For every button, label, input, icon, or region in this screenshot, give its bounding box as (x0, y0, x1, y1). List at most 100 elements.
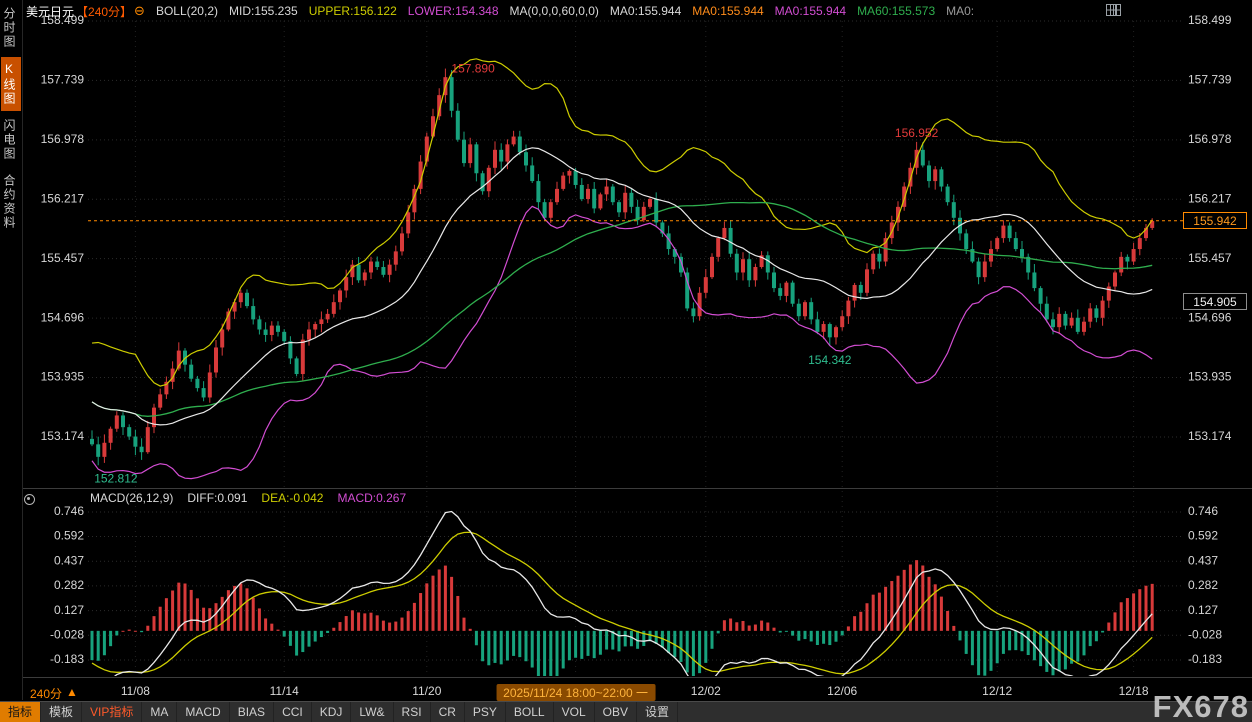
axis-label: 0.746 (54, 504, 84, 518)
candle-body (729, 228, 733, 254)
macd-histogram-bar (320, 631, 323, 637)
candle-body (369, 262, 373, 273)
toolbar-item-boll[interactable]: BOLL (506, 702, 554, 722)
toolbar-item-bias[interactable]: BIAS (230, 702, 274, 722)
toolbar-item-macd[interactable]: MACD (177, 702, 229, 722)
macd-histogram-bar (363, 613, 366, 630)
boll-lower-line (92, 206, 1152, 478)
candle-body (859, 285, 863, 293)
candle-body (803, 302, 807, 316)
candle-body (933, 169, 937, 181)
toolbar-item-lwr[interactable]: LW& (351, 702, 393, 722)
axis-label: -0.183 (1188, 652, 1222, 666)
timeline-label-2: 11/20 (412, 684, 441, 698)
macd-histogram-bar (450, 577, 453, 631)
candle-body (462, 140, 466, 163)
macd-histogram-bar (878, 593, 881, 631)
macd-histogram-bar (928, 577, 931, 631)
macd-histogram-bar (270, 624, 273, 631)
chart-canvas[interactable]: 157.890156.952154.342152.812158.499158.4… (0, 0, 1252, 722)
toolbar-item-obv[interactable]: OBV (595, 702, 637, 722)
sidebar-item-flash-chart[interactable]: 闪电图 (1, 114, 21, 166)
macd-histogram-bar (717, 631, 720, 634)
candle-body (307, 330, 311, 340)
toolbar-item-indicators[interactable]: 指标 (0, 702, 41, 722)
macd-histogram-bar (915, 560, 918, 631)
toolbar-item-settings[interactable]: 设置 (637, 702, 678, 722)
toolbar-item-vol[interactable]: VOL (554, 702, 595, 722)
candle-body (766, 255, 770, 272)
candle-body (257, 319, 261, 329)
candle-body (158, 394, 162, 407)
toolbar-item-vip-indicators[interactable]: VIP指标 (82, 702, 142, 722)
macd-histogram-bar (401, 618, 404, 631)
toolbar-item-cci[interactable]: CCI (274, 702, 312, 722)
toolbar-item-templates[interactable]: 模板 (41, 702, 82, 722)
ma0-value-2: MA0:155.944 (692, 4, 763, 18)
macd-histogram-bar (177, 583, 180, 631)
candle-body (952, 202, 956, 218)
macd-histogram-bar (847, 626, 850, 630)
macd-histogram-bar (283, 631, 286, 637)
timeline[interactable]: 11/0811/1411/202025/11/24 18:00~22:00 一1… (0, 684, 1252, 701)
candle-body (1138, 238, 1142, 249)
candle-body (450, 77, 454, 111)
price-annotation: 156.952 (895, 126, 939, 140)
macd-histogram-bar (190, 590, 193, 631)
sidebar-item-time-chart[interactable]: 分时图 (1, 2, 21, 54)
candle-body (778, 288, 782, 296)
timeline-label-1: 11/14 (270, 684, 299, 698)
candle-body (927, 165, 931, 181)
left-sidebar: 分时图 K线图闪电图合约资料 (0, 2, 22, 238)
macd-histogram-bar (804, 631, 807, 639)
axis-label: 156.217 (41, 191, 85, 205)
candle-body (530, 165, 534, 181)
macd-histogram-bar (264, 618, 267, 630)
candle-body (747, 259, 751, 280)
timeline-label-4: 12/02 (691, 684, 721, 698)
toolbar-item-kdj[interactable]: KDJ (312, 702, 352, 722)
sidebar-item-kline-chart[interactable]: K线图 (1, 57, 21, 111)
candle-body (220, 330, 224, 348)
toolbar-item-psy[interactable]: PSY (465, 702, 506, 722)
macd-histogram-bar (593, 631, 596, 658)
candle-body (828, 324, 832, 337)
macd-histogram-bar (332, 628, 335, 631)
candle-body (549, 202, 553, 218)
candle-body (809, 302, 813, 319)
macd-histogram-bar (816, 631, 819, 645)
zoom-out-icon[interactable]: ⊖ (134, 3, 145, 19)
candle-body (505, 144, 509, 161)
macd-histogram-bar (357, 612, 360, 630)
candle-body (456, 111, 460, 140)
candle-body (115, 415, 119, 428)
axis-label: 156.978 (41, 132, 85, 146)
alert-price-tag[interactable]: 154.905 (1183, 293, 1247, 310)
candle-body (555, 189, 559, 202)
candle-body (332, 302, 336, 314)
macd-histogram-bar (512, 631, 515, 656)
macd-histogram-bar (828, 631, 831, 645)
indicator-dot-icon[interactable] (24, 494, 35, 505)
toolbar-item-ma[interactable]: MA (142, 702, 177, 722)
macd-histogram-bar (246, 588, 249, 631)
toolbar-item-cr[interactable]: CR (431, 702, 465, 722)
layout-vsplit-icon[interactable] (1106, 4, 1121, 16)
axis-label: 0.437 (1188, 553, 1218, 567)
candle-body (605, 187, 609, 195)
macd-histogram-bar (779, 631, 782, 633)
candle-body (96, 444, 100, 456)
macd-histogram-bar (444, 566, 447, 631)
candle-body (1039, 288, 1043, 304)
macd-histogram-bar (153, 616, 156, 631)
current-price-tag[interactable]: 155.942 (1183, 212, 1247, 229)
toolbar-item-rsi[interactable]: RSI (394, 702, 431, 722)
candle-body (264, 330, 268, 335)
macd-histogram-bar (574, 631, 577, 658)
macd-diff-value: DIFF:0.091 (187, 491, 247, 505)
sidebar-item-contract-info[interactable]: 合约资料 (1, 169, 21, 235)
candle-body (90, 439, 94, 444)
candle-body (1051, 319, 1055, 327)
candle-body (995, 238, 999, 249)
trading-app: 157.890156.952154.342152.812158.499158.4… (0, 0, 1252, 722)
